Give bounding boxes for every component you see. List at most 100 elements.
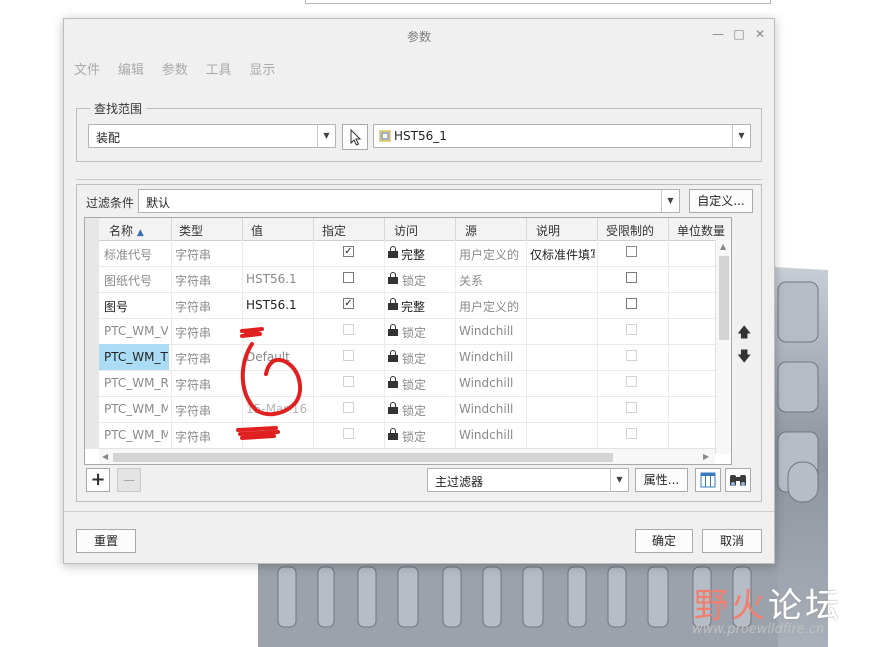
sort-ascending-icon: ▲: [136, 228, 144, 238]
table-row[interactable]: PTC_WM_V 字符串 锁定 Windchill: [85, 318, 731, 345]
cell-name[interactable]: PTC_WM_M: [104, 428, 168, 442]
horizontal-scroll-thumb[interactable]: [113, 453, 613, 462]
cancel-button[interactable]: 取消: [702, 529, 762, 553]
parameters-dialog: 参数 — □ ✕ 文件 编辑 参数 工具 显示 查找范围 装配 ▼ HST56_…: [63, 18, 775, 564]
table-row[interactable]: PTC_WM_M 字符串 锁定 Windchill: [85, 422, 731, 449]
reset-button[interactable]: 重置: [76, 529, 136, 553]
select-model-button[interactable]: [342, 124, 368, 150]
cell-name[interactable]: PTC_WM_T: [104, 350, 168, 364]
table-header: 名称 ▲ 类型 值 指定 访问 源 说明 受限制的 单位数量: [85, 218, 731, 241]
menu-display[interactable]: 显示: [249, 59, 275, 78]
main-filter-select[interactable]: 主过滤器 ▼: [427, 468, 629, 492]
designate-checkbox[interactable]: ✓: [343, 298, 354, 309]
restricted-checkbox[interactable]: [626, 298, 637, 309]
cell-name[interactable]: 图纸代号: [104, 272, 168, 289]
horizontal-scrollbar[interactable]: ◀ ▶: [99, 448, 715, 464]
table-columns-icon: [700, 472, 716, 488]
main-filter-value: 主过滤器: [435, 475, 484, 489]
restricted-checkbox[interactable]: [626, 272, 637, 283]
table-row[interactable]: PTC_WM_M 字符串 15-Mar-16 锁定 Windchill: [85, 396, 731, 423]
cell-value[interactable]: 15-Mar-16: [246, 402, 310, 416]
cell-value[interactable]: Default: [246, 350, 290, 364]
cell-name[interactable]: PTC_WM_V: [104, 324, 168, 338]
table-row[interactable]: PTC_WM_R 字符串 锁定 Windchill: [85, 370, 731, 397]
close-button[interactable]: ✕: [753, 27, 767, 41]
cell-access[interactable]: 锁定: [402, 428, 426, 445]
column-header-name[interactable]: 名称 ▲: [109, 222, 144, 239]
designate-checkbox: [343, 402, 354, 413]
table-row[interactable]: 标准代号 字符串 ✓ 完整 用户定义的 仅标准件填写: [85, 240, 731, 267]
menu-parameters[interactable]: 参数: [162, 59, 188, 78]
scope-select-value: 装配: [96, 131, 121, 145]
cell-description[interactable]: 仅标准件填写: [530, 246, 595, 263]
column-header-description[interactable]: 说明: [536, 222, 560, 239]
designate-checkbox[interactable]: ✓: [343, 246, 354, 257]
column-header-type[interactable]: 类型: [179, 222, 203, 239]
cell-source: 用户定义的: [459, 248, 520, 262]
cell-name[interactable]: PTC_WM_R: [104, 376, 168, 390]
lock-icon: [388, 298, 398, 310]
watermark-title: 野火论坛: [694, 586, 842, 626]
remove-parameter-button[interactable]: —: [117, 468, 141, 492]
cell-access[interactable]: 锁定: [402, 272, 426, 289]
column-header-source[interactable]: 源: [465, 222, 477, 239]
cell-type: 字符串: [175, 352, 212, 366]
table-row[interactable]: 图纸代号 字符串 HST56.1 锁定 关系: [85, 266, 731, 293]
column-header-value[interactable]: 值: [251, 222, 263, 239]
scroll-right-icon[interactable]: ▶: [703, 452, 709, 461]
dialog-title: 参数: [406, 30, 431, 44]
column-header-access[interactable]: 访问: [394, 222, 418, 239]
restricted-checkbox[interactable]: [626, 246, 637, 257]
table-row[interactable]: 图号 字符串 HST56.1 ✓ 完整 用户定义的: [85, 292, 731, 319]
restricted-checkbox: [626, 324, 637, 335]
cell-name[interactable]: 图号: [104, 298, 168, 315]
scope-select[interactable]: 装配 ▼: [88, 124, 336, 148]
properties-button[interactable]: 属性...: [635, 468, 688, 492]
vertical-scrollbar[interactable]: ▲: [715, 240, 731, 454]
maximize-button[interactable]: □: [732, 27, 746, 41]
header-corner: [85, 218, 99, 240]
scroll-left-icon[interactable]: ◀: [102, 452, 108, 461]
cell-access[interactable]: 锁定: [402, 402, 426, 419]
cell-value[interactable]: HST56.1: [246, 298, 297, 312]
table-row-selected[interactable]: PTC_WM_T 字符串 Default 锁定 Windchill: [85, 344, 731, 371]
cursor-arrow-icon: [350, 128, 362, 146]
cell-type: 字符串: [175, 378, 212, 392]
move-down-arrow-icon[interactable]: 🡇: [737, 346, 751, 370]
model-select[interactable]: HST56_1 ▼: [373, 124, 751, 148]
cell-name[interactable]: 标准代号: [104, 246, 168, 263]
menu-file[interactable]: 文件: [74, 59, 100, 78]
designate-checkbox: [343, 350, 354, 361]
search-binoculars-button[interactable]: [725, 468, 751, 492]
parameters-table: 名称 ▲ 类型 值 指定 访问 源 说明 受限制的 单位数量 标准代号 字符串 …: [84, 217, 732, 465]
watermark: 野火论坛 www.proewildfire.cn: [690, 578, 870, 642]
filter-select[interactable]: 默认 ▼: [138, 189, 680, 213]
cell-access[interactable]: 锁定: [402, 376, 426, 393]
cell-access[interactable]: 锁定: [402, 324, 426, 341]
column-header-restricted[interactable]: 受限制的: [606, 222, 654, 239]
lock-icon: [388, 246, 398, 258]
minimize-button[interactable]: —: [711, 27, 725, 41]
cell-access[interactable]: 完整: [401, 246, 425, 263]
add-parameter-button[interactable]: +: [86, 468, 110, 492]
designate-checkbox[interactable]: [343, 272, 354, 283]
move-up-arrow-icon[interactable]: 🡅: [737, 322, 751, 346]
filter-label: 过滤条件: [86, 196, 135, 210]
assembly-icon: [379, 130, 391, 142]
model-select-value: HST56_1: [394, 129, 447, 143]
menu-tools[interactable]: 工具: [206, 59, 232, 78]
scroll-up-icon[interactable]: ▲: [720, 242, 726, 251]
ok-button[interactable]: 确定: [635, 529, 693, 553]
vertical-scroll-thumb[interactable]: [719, 256, 729, 340]
menu-edit[interactable]: 编辑: [118, 59, 144, 78]
customize-button[interactable]: 自定义...: [689, 189, 753, 213]
column-header-unit-quantity[interactable]: 单位数量: [677, 222, 725, 239]
designate-checkbox: [343, 428, 354, 439]
designate-checkbox: [343, 324, 354, 335]
column-header-designate[interactable]: 指定: [322, 222, 346, 239]
cell-value[interactable]: HST56.1: [246, 272, 297, 286]
cell-access[interactable]: 锁定: [402, 350, 426, 367]
cell-name[interactable]: PTC_WM_M: [104, 402, 168, 416]
table-columns-button[interactable]: [695, 468, 721, 492]
cell-access[interactable]: 完整: [401, 298, 425, 315]
